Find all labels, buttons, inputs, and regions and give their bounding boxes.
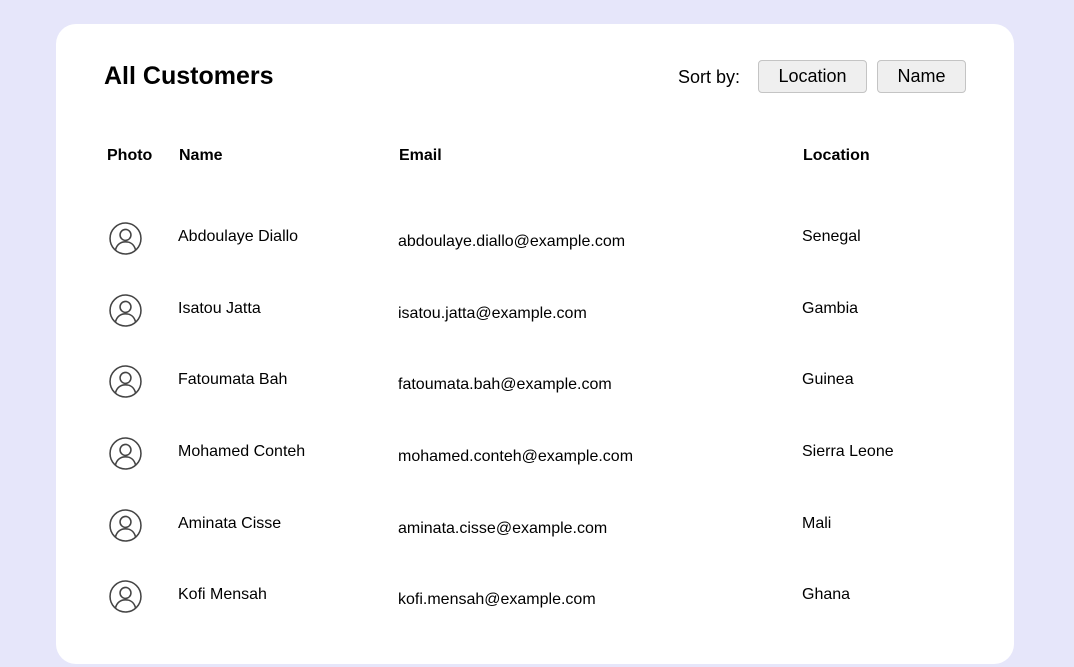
user-circle-icon [109, 437, 142, 470]
column-header-email: Email [399, 147, 442, 164]
customer-name: Fatoumata Bah [178, 371, 288, 388]
user-circle-icon [109, 222, 142, 255]
customer-name: Abdoulaye Diallo [178, 228, 299, 245]
customers-card: All Customers Sort by: Location Name Pho… [56, 24, 1014, 664]
sort-label: Sort by: [678, 67, 741, 87]
customer-name: Kofi Mensah [178, 586, 267, 603]
customer-email: abdoulaye.diallo@example.com [398, 233, 626, 250]
sort-by-location-button[interactable]: Location [758, 60, 867, 93]
customer-email: fatoumata.bah@example.com [398, 376, 612, 393]
page-title: All Customers [104, 62, 274, 90]
customer-name: Isatou Jatta [178, 300, 261, 317]
user-circle-icon [109, 509, 142, 542]
sort-by-name-button[interactable]: Name [877, 60, 966, 93]
column-header-name: Name [179, 147, 223, 164]
customer-email: mohamed.conteh@example.com [398, 448, 634, 465]
user-circle-icon [109, 365, 142, 398]
user-circle-icon [109, 294, 142, 327]
user-circle-icon [109, 580, 142, 613]
customer-name: Aminata Cisse [178, 515, 282, 532]
customer-location: Ghana [802, 586, 851, 603]
table-row: Fatoumata Bah fatoumata.bah@example.com … [56, 365, 1014, 452]
customer-location: Mali [802, 515, 832, 532]
customer-location: Sierra Leone [802, 443, 894, 460]
customer-location: Senegal [802, 228, 861, 245]
customer-location: Gambia [802, 300, 859, 317]
table-row: Abdoulaye Diallo abdoulaye.diallo@exampl… [56, 222, 1014, 309]
customer-location: Guinea [802, 371, 854, 388]
customer-email: aminata.cisse@example.com [398, 520, 608, 537]
customer-email: isatou.jatta@example.com [398, 305, 587, 322]
customer-email: kofi.mensah@example.com [398, 591, 596, 608]
table-row: Mohamed Conteh mohamed.conteh@example.co… [56, 437, 1014, 524]
column-header-photo: Photo [107, 147, 153, 164]
customer-name: Mohamed Conteh [178, 443, 306, 460]
column-header-location: Location [803, 147, 870, 164]
table-row: Kofi Mensah kofi.mensah@example.com Ghan… [56, 580, 1014, 667]
